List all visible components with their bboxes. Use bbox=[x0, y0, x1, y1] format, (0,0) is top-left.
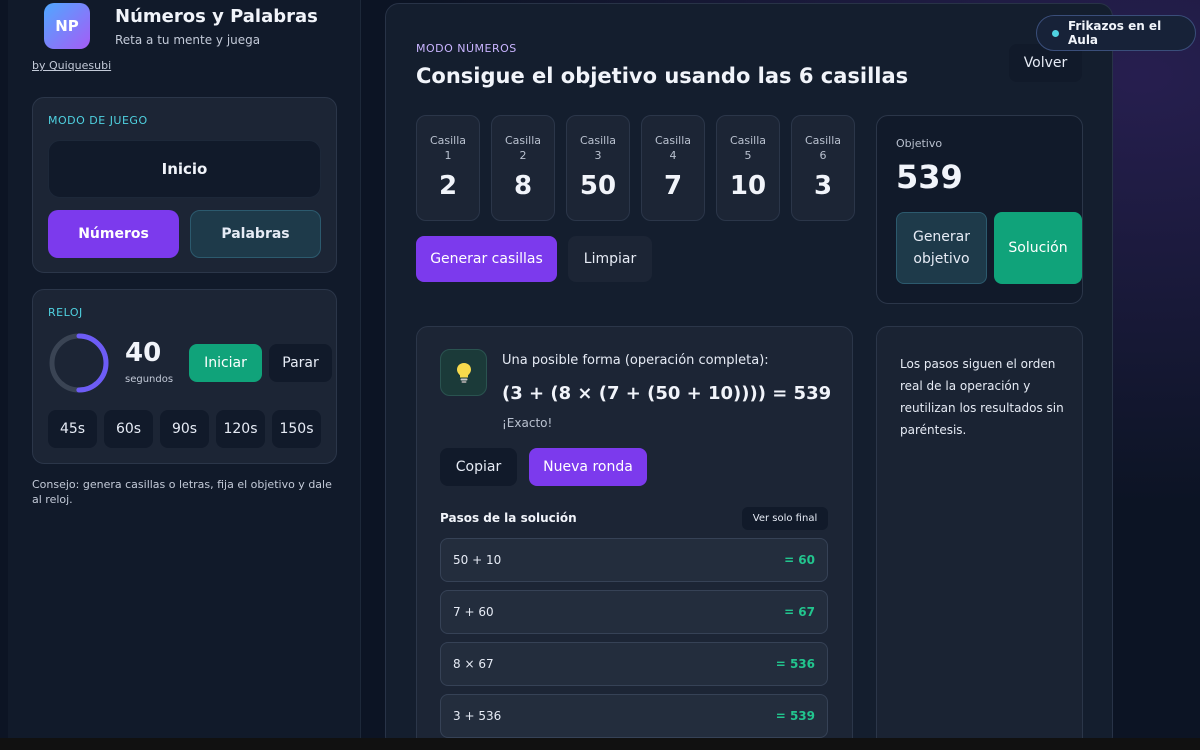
step-row: 3 + 536 = 539 bbox=[440, 694, 828, 738]
time-preset-120[interactable]: 120s bbox=[216, 410, 265, 448]
tip-text: Consejo: genera casillas o letras, fija … bbox=[32, 478, 332, 506]
app-title: Números y Palabras bbox=[115, 6, 318, 27]
time-preset-90[interactable]: 90s bbox=[160, 410, 209, 448]
tile-label: Casilla 5 bbox=[729, 134, 767, 162]
new-round-button[interactable]: Nueva ronda bbox=[529, 448, 647, 486]
timer-ring bbox=[49, 333, 109, 393]
step-row: 8 × 67 = 536 bbox=[440, 642, 828, 686]
bottom-bar bbox=[0, 738, 1200, 750]
steps-list: 50 + 10 = 60 7 + 60 = 67 8 × 67 = 536 3 … bbox=[440, 538, 828, 738]
tile-1: Casilla 1 2 bbox=[416, 115, 480, 221]
step-row: 50 + 10 = 60 bbox=[440, 538, 828, 582]
game-mode-card: MODO DE JUEGO Inicio Números Palabras bbox=[32, 97, 337, 273]
mode-tag: MODO NÚMEROS bbox=[416, 42, 517, 55]
target-label: Objetivo bbox=[896, 137, 943, 150]
seconds-label: segundos bbox=[125, 374, 174, 385]
page-title: Consigue el objetivo usando las 6 casill… bbox=[416, 64, 909, 88]
tile-6: Casilla 6 3 bbox=[791, 115, 855, 221]
tile-value: 7 bbox=[663, 171, 683, 201]
copy-button[interactable]: Copiar bbox=[440, 448, 517, 486]
stop-timer-button[interactable]: Parar bbox=[269, 344, 332, 382]
generate-target-button[interactable]: Generar objetivo bbox=[896, 212, 987, 284]
show-final-only-button[interactable]: Ver solo final bbox=[742, 507, 828, 530]
tile-label: Casilla 3 bbox=[579, 134, 617, 162]
target-value: 539 bbox=[896, 158, 963, 196]
tile-value: 10 bbox=[729, 171, 767, 201]
time-preset-60[interactable]: 60s bbox=[104, 410, 153, 448]
sidebar: NP Números y Palabras Reta a tu mente y … bbox=[8, 0, 361, 738]
steps-title: Pasos de la solución bbox=[440, 511, 577, 525]
solution-intro: Una posible forma (operación completa): bbox=[502, 353, 769, 368]
inicio-button[interactable]: Inicio bbox=[48, 140, 321, 198]
step-row: 7 + 60 = 67 bbox=[440, 590, 828, 634]
number-tiles: Casilla 1 2 Casilla 2 8 Casilla 3 50 Cas… bbox=[416, 115, 855, 221]
step-result: = 536 bbox=[775, 657, 815, 671]
step-result: = 67 bbox=[784, 605, 815, 619]
notes-text: Los pasos siguen el orden real de la ope… bbox=[900, 357, 1064, 437]
generate-tiles-button[interactable]: Generar casillas bbox=[416, 236, 557, 282]
tile-4: Casilla 4 7 bbox=[641, 115, 705, 221]
solution-expression: (3 + (8 × (7 + (50 + 10)))) = 539 bbox=[502, 383, 832, 404]
clock-card: RELOJ 40 segundos Iniciar Parar 45s 60s … bbox=[32, 289, 337, 464]
lightbulb-icon bbox=[440, 349, 487, 396]
main-panel: MODO NÚMEROS Consigue el objetivo usando… bbox=[385, 3, 1113, 750]
solution-card: Una posible forma (operación completa): … bbox=[416, 326, 853, 750]
tile-value: 50 bbox=[579, 171, 617, 201]
solution-button[interactable]: Solución bbox=[994, 212, 1082, 284]
clock-label: RELOJ bbox=[48, 306, 83, 319]
game-mode-label: MODO DE JUEGO bbox=[48, 114, 148, 127]
step-result: = 539 bbox=[775, 709, 815, 723]
palabras-mode-button[interactable]: Palabras bbox=[190, 210, 321, 258]
tile-label: Casilla 4 bbox=[654, 134, 692, 162]
step-operation: 7 + 60 bbox=[453, 605, 494, 619]
app-logo: NP bbox=[44, 3, 90, 49]
tile-label: Casilla 1 bbox=[429, 134, 467, 162]
tile-value: 3 bbox=[813, 171, 833, 201]
tile-2: Casilla 2 8 bbox=[491, 115, 555, 221]
tile-5: Casilla 5 10 bbox=[716, 115, 780, 221]
time-preset-45[interactable]: 45s bbox=[48, 410, 97, 448]
solution-status: ¡Exacto! bbox=[502, 416, 553, 430]
tile-label: Casilla 2 bbox=[504, 134, 542, 162]
tile-label: Casilla 6 bbox=[804, 134, 842, 162]
numeros-mode-button[interactable]: Números bbox=[48, 210, 179, 258]
step-operation: 3 + 536 bbox=[453, 709, 502, 723]
author-link[interactable]: by Quiquesubi bbox=[32, 59, 111, 72]
tile-3: Casilla 3 50 bbox=[566, 115, 630, 221]
status-dot-icon bbox=[1052, 29, 1059, 37]
time-preset-150[interactable]: 150s bbox=[272, 410, 321, 448]
notes-card: Los pasos siguen el orden real de la ope… bbox=[876, 326, 1083, 750]
step-result: = 60 bbox=[784, 553, 815, 567]
step-operation: 50 + 10 bbox=[453, 553, 502, 567]
tile-value: 2 bbox=[438, 171, 458, 201]
target-card: Objetivo 539 Generar objetivo Solución bbox=[876, 115, 1083, 304]
time-presets: 45s 60s 90s 120s 150s bbox=[48, 410, 321, 448]
app-subtitle: Reta a tu mente y juega bbox=[115, 33, 261, 47]
seconds-value: 40 bbox=[125, 338, 162, 368]
badge-label: Frikazos en el Aula bbox=[1067, 19, 1162, 47]
step-operation: 8 × 67 bbox=[453, 657, 494, 671]
frikazos-badge[interactable]: Frikazos en el Aula bbox=[1036, 15, 1196, 51]
start-timer-button[interactable]: Iniciar bbox=[189, 344, 262, 382]
clear-button[interactable]: Limpiar bbox=[568, 236, 652, 282]
tile-value: 8 bbox=[513, 171, 533, 201]
